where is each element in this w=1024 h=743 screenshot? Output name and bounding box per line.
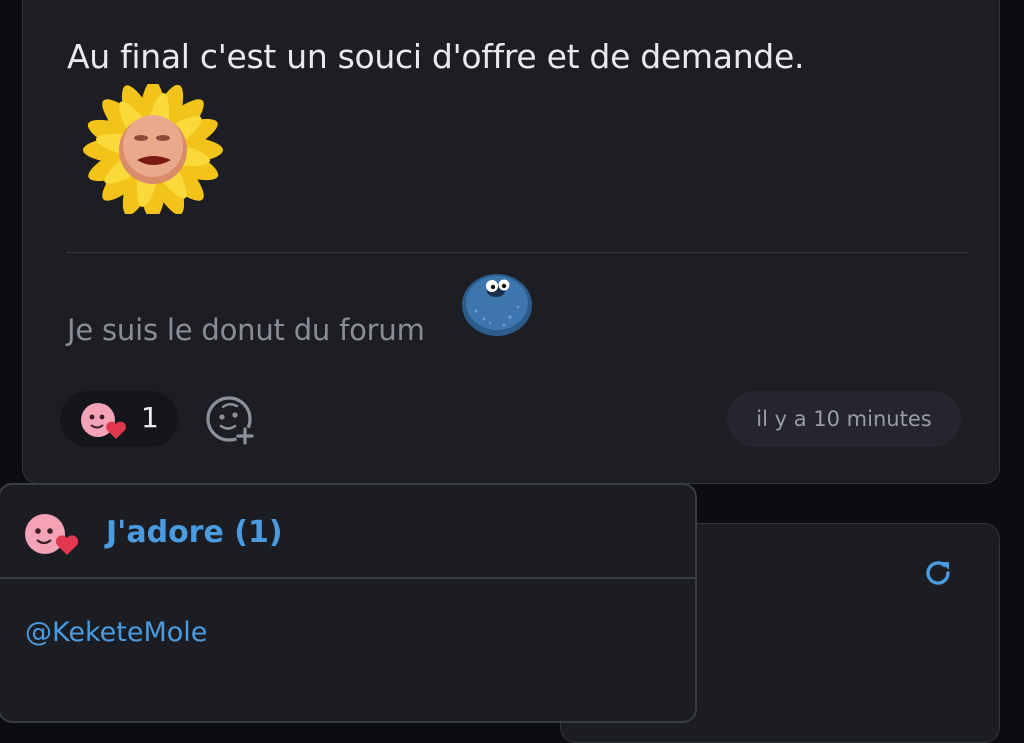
post-card: Au final c'est un souci d'offre et de de… bbox=[22, 0, 1000, 484]
sunflower-sticker bbox=[83, 84, 223, 214]
add-reaction-icon[interactable] bbox=[203, 393, 259, 449]
post-text: Au final c'est un souci d'offre et de de… bbox=[67, 37, 805, 76]
heart-face-icon bbox=[81, 403, 126, 439]
popover-title: J'adore (1) bbox=[106, 515, 283, 550]
donut-sticker bbox=[462, 274, 532, 336]
popover-divider bbox=[0, 577, 695, 579]
timestamp-badge: il y a 10 minutes bbox=[727, 391, 961, 447]
heart-face-icon bbox=[25, 514, 79, 555]
signature-divider bbox=[67, 252, 967, 253]
reaction-pill[interactable]: 1 bbox=[60, 391, 178, 447]
reaction-popover: J'adore (1) @KeketeMole bbox=[0, 483, 697, 723]
reaction-count: 1 bbox=[141, 401, 159, 434]
signature-text: Je suis le donut du forum bbox=[67, 313, 425, 347]
popover-user-link[interactable]: @KeketeMole bbox=[25, 617, 207, 648]
refresh-icon[interactable] bbox=[921, 556, 955, 590]
